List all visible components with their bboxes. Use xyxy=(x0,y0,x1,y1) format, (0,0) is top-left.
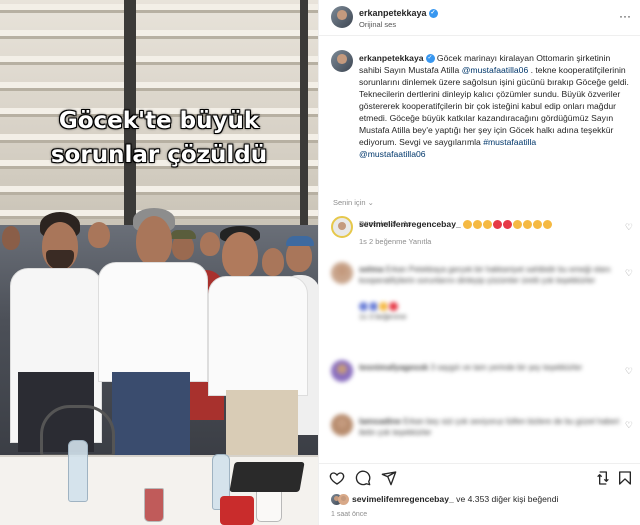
comment-avatar[interactable] xyxy=(331,262,353,284)
likes-count-text[interactable]: ve 4.353 diğer kişi beğendi xyxy=(454,494,558,504)
emoji xyxy=(533,220,543,230)
comment-username[interactable]: tesnimafyagessk xyxy=(359,362,428,372)
comment-like-icon[interactable]: ♡ xyxy=(625,268,633,279)
person-head xyxy=(88,222,110,248)
comment-emojis xyxy=(359,298,419,312)
pergola-slat xyxy=(0,4,318,13)
caption-avatar[interactable] xyxy=(331,50,353,72)
pergola-slat xyxy=(0,30,318,39)
bookmark-icon[interactable] xyxy=(617,470,633,486)
avatar[interactable] xyxy=(331,6,353,28)
person-head xyxy=(200,232,220,256)
comment-avatar[interactable] xyxy=(331,216,353,238)
emoji xyxy=(463,220,473,230)
laptop xyxy=(229,462,305,492)
emoji xyxy=(473,220,483,230)
emoji xyxy=(379,302,388,312)
verified-icon: ✓ xyxy=(425,54,435,64)
comment-icon[interactable] xyxy=(355,470,371,486)
comment-like-icon[interactable]: ♡ xyxy=(625,222,633,233)
caption-text: erkanpetekkaya ✓ Göcek marinayı kiralayan… xyxy=(359,52,631,160)
heart-icon[interactable] xyxy=(329,470,345,486)
liker-username[interactable]: sevimelifemregencebay_ xyxy=(352,494,454,504)
comment-username[interactable]: sevimelifemregencebay_ xyxy=(359,219,461,229)
person-head xyxy=(262,248,284,276)
jeans xyxy=(112,372,190,457)
emoji xyxy=(523,220,533,230)
comment-avatar[interactable] xyxy=(331,414,353,436)
comment-text: lamsadine Erkan bey sizi çok seviyoruz l… xyxy=(359,416,621,438)
emoji xyxy=(493,220,503,230)
comment-username[interactable]: lamsadine xyxy=(359,416,401,426)
comment-meta[interactable]: 1s 2 beğenme Yanıtla xyxy=(359,237,431,246)
white-polo xyxy=(208,276,308,396)
verified-icon: ✓ xyxy=(428,9,438,19)
liker-avatar xyxy=(338,494,349,506)
water-bottle xyxy=(68,440,88,502)
repost-icon[interactable] xyxy=(595,470,611,486)
more-options-icon[interactable]: ··· xyxy=(619,9,631,23)
emoji xyxy=(503,220,513,230)
caption-body-2: . tekne kooperatifçilerinin sorunlarını … xyxy=(359,65,629,147)
khaki-trousers xyxy=(226,390,298,460)
audio-label[interactable]: Orijinal ses xyxy=(359,20,396,29)
header-username[interactable]: erkanpetekkaya ✓ xyxy=(359,8,438,19)
comment-text: tesnimafyagessk 3 saygılı ve tam yerinde… xyxy=(359,362,621,373)
person-head xyxy=(222,232,258,278)
red-cup xyxy=(220,496,254,525)
comment-meta[interactable]: 1s 3 beğenme xyxy=(359,312,407,321)
emoji xyxy=(513,220,523,230)
emoji xyxy=(359,302,368,312)
post-header: erkanpetekkaya ✓ Orijinal ses ··· xyxy=(319,0,640,36)
hashtag-link[interactable]: #mustafaatilla xyxy=(483,137,536,147)
mention-link[interactable]: @mustafaatilla06 xyxy=(462,65,529,75)
action-bar xyxy=(319,463,640,489)
comment-like-icon[interactable]: ♡ xyxy=(625,420,633,431)
emoji xyxy=(369,302,378,312)
post-media[interactable]: Göcek'te büyük sorunlar çözüldü xyxy=(0,0,318,525)
comment-text: selma Erkan Petekkaya gerçek bir hakkani… xyxy=(359,264,621,286)
caption-username[interactable]: erkanpetekkaya xyxy=(359,53,424,63)
comment-body: 3 saygılı ve tam yerinde bir şey teşekkü… xyxy=(430,363,583,372)
emoji-row xyxy=(463,219,553,230)
pergola-slat xyxy=(0,186,318,195)
emoji xyxy=(483,220,493,230)
comment-body: Erkan Petekkaya gerçek bir hakkaniyet sa… xyxy=(359,265,611,285)
header-username-text[interactable]: erkanpetekkaya xyxy=(359,8,427,18)
juice-glass xyxy=(144,488,164,522)
post-side-panel: erkanpetekkaya ✓ Orijinal ses ··· erkanpe… xyxy=(318,0,640,525)
white-shirt xyxy=(98,262,208,382)
comment-avatar[interactable] xyxy=(331,360,353,382)
share-icon[interactable] xyxy=(381,470,397,486)
for-you-label[interactable]: Senin için ⌄ xyxy=(333,198,374,207)
cap xyxy=(286,236,314,246)
overlay-caption-line2: sorunlar çözüldü xyxy=(50,142,268,168)
pergola-slat xyxy=(0,82,318,91)
likes-summary[interactable]: sevimelifemregencebay_ ve 4.353 diğer ki… xyxy=(331,494,558,506)
emoji xyxy=(543,220,553,230)
comment-username[interactable]: selma xyxy=(359,264,383,274)
post-timestamp[interactable]: 1 saat önce xyxy=(331,511,367,518)
mention-link[interactable]: @mustafaatilla06 xyxy=(359,149,426,159)
comment-like-icon[interactable]: ♡ xyxy=(625,366,633,377)
emoji xyxy=(389,302,398,312)
person-head xyxy=(136,216,172,266)
pergola-slat xyxy=(0,56,318,65)
comment-text: sevimelifemregencebay_ xyxy=(359,218,621,230)
person-head xyxy=(2,226,20,250)
cap xyxy=(170,230,196,239)
overlay-caption-line1: Göcek'te büyük xyxy=(58,108,260,134)
